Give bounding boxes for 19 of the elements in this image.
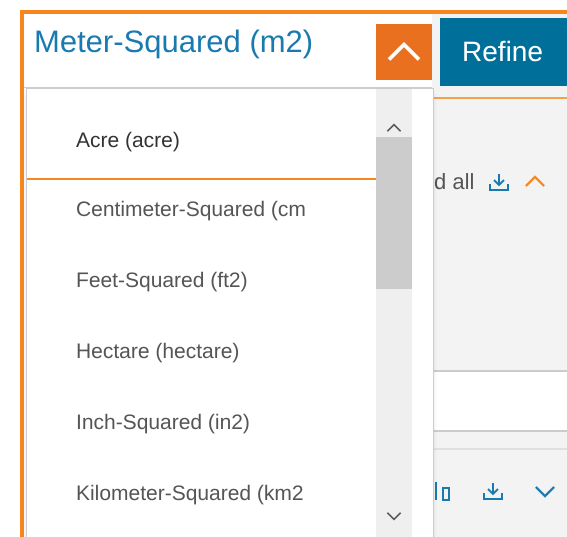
download-icon[interactable] (488, 172, 510, 190)
download-all-label: d all (434, 168, 474, 196)
caret-icon (386, 41, 422, 63)
refine-button[interactable]: Refine (440, 18, 567, 86)
scrollbar[interactable] (376, 89, 412, 537)
dropdown-option[interactable]: Hectare (hectare) (27, 320, 376, 391)
scroll-up-icon (386, 123, 402, 133)
dropdown-value: Meter-Squared (m2) (34, 23, 314, 61)
caret-icon (524, 175, 546, 188)
chevron-down-icon (534, 484, 556, 498)
dropdown-option[interactable]: Centimeter-Squared (cm (27, 178, 376, 249)
dropdown-option[interactable]: Inch-Squared (in2) (27, 391, 376, 462)
dropdown-option[interactable]: Kilometer-Squared (km2 (27, 462, 376, 533)
download-icon[interactable] (482, 482, 504, 500)
scrollbar-thumb[interactable] (376, 137, 412, 289)
dropdown-toggle-button[interactable] (376, 24, 432, 80)
scroll-down-icon (386, 511, 402, 521)
dropdown-option[interactable]: Feet-Squared (ft2) (27, 249, 376, 320)
bar-chart-icon[interactable] (434, 480, 452, 502)
